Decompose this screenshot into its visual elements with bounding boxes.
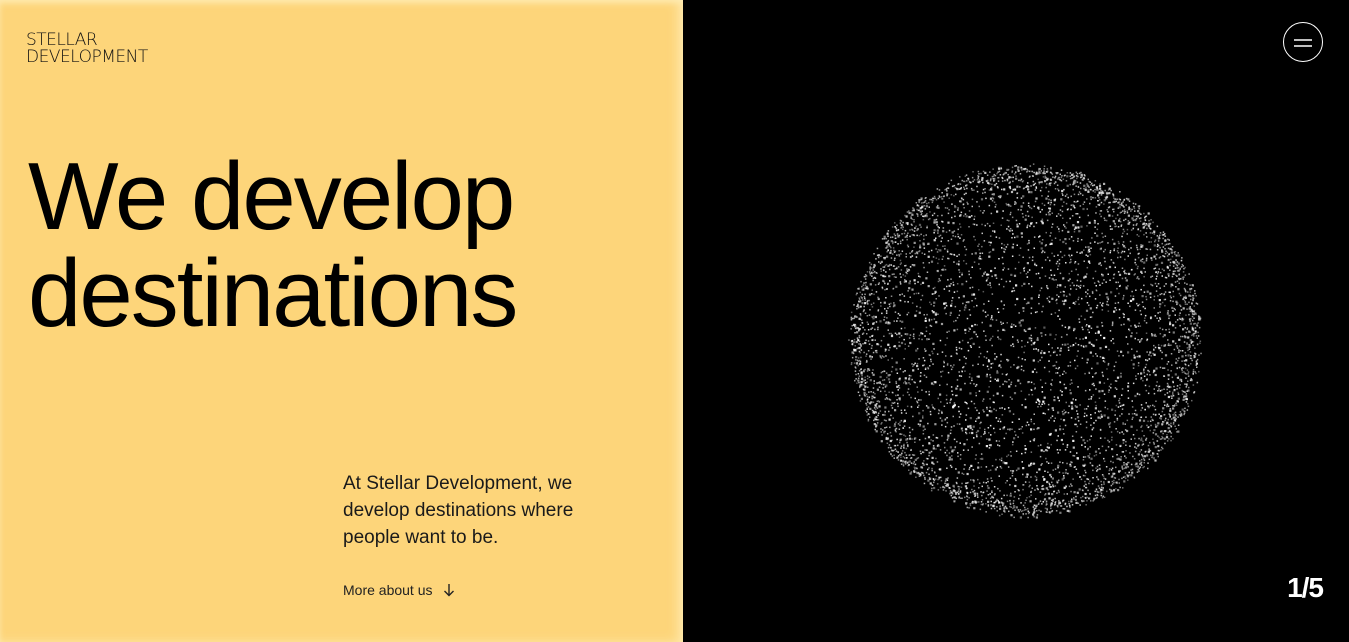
more-about-us-label: More about us	[343, 582, 433, 598]
page: STELLAR DEVELOPMENT We develop destinati…	[0, 0, 1349, 642]
arrow-down-icon	[443, 583, 455, 597]
particle-sphere-graphic	[848, 163, 1202, 519]
hero-intro-text: At Stellar Development, we develop desti…	[343, 473, 574, 548]
hero-headline: We develop destinations	[28, 143, 518, 347]
hero-panel: STELLAR DEVELOPMENT We develop destinati…	[0, 0, 683, 642]
more-about-us-link[interactable]: More about us	[343, 582, 455, 598]
visual-panel: 1/5	[683, 0, 1349, 642]
logo[interactable]: STELLAR DEVELOPMENT	[26, 32, 148, 66]
menu-button[interactable]	[1283, 22, 1323, 62]
hamburger-icon	[1294, 35, 1312, 50]
slide-counter: 1/5	[1287, 572, 1324, 603]
headline-line-1: We develop	[28, 143, 515, 250]
headline-line-2: destinations	[28, 240, 518, 347]
logo-line-2: DEVELOPMENT	[26, 47, 148, 67]
